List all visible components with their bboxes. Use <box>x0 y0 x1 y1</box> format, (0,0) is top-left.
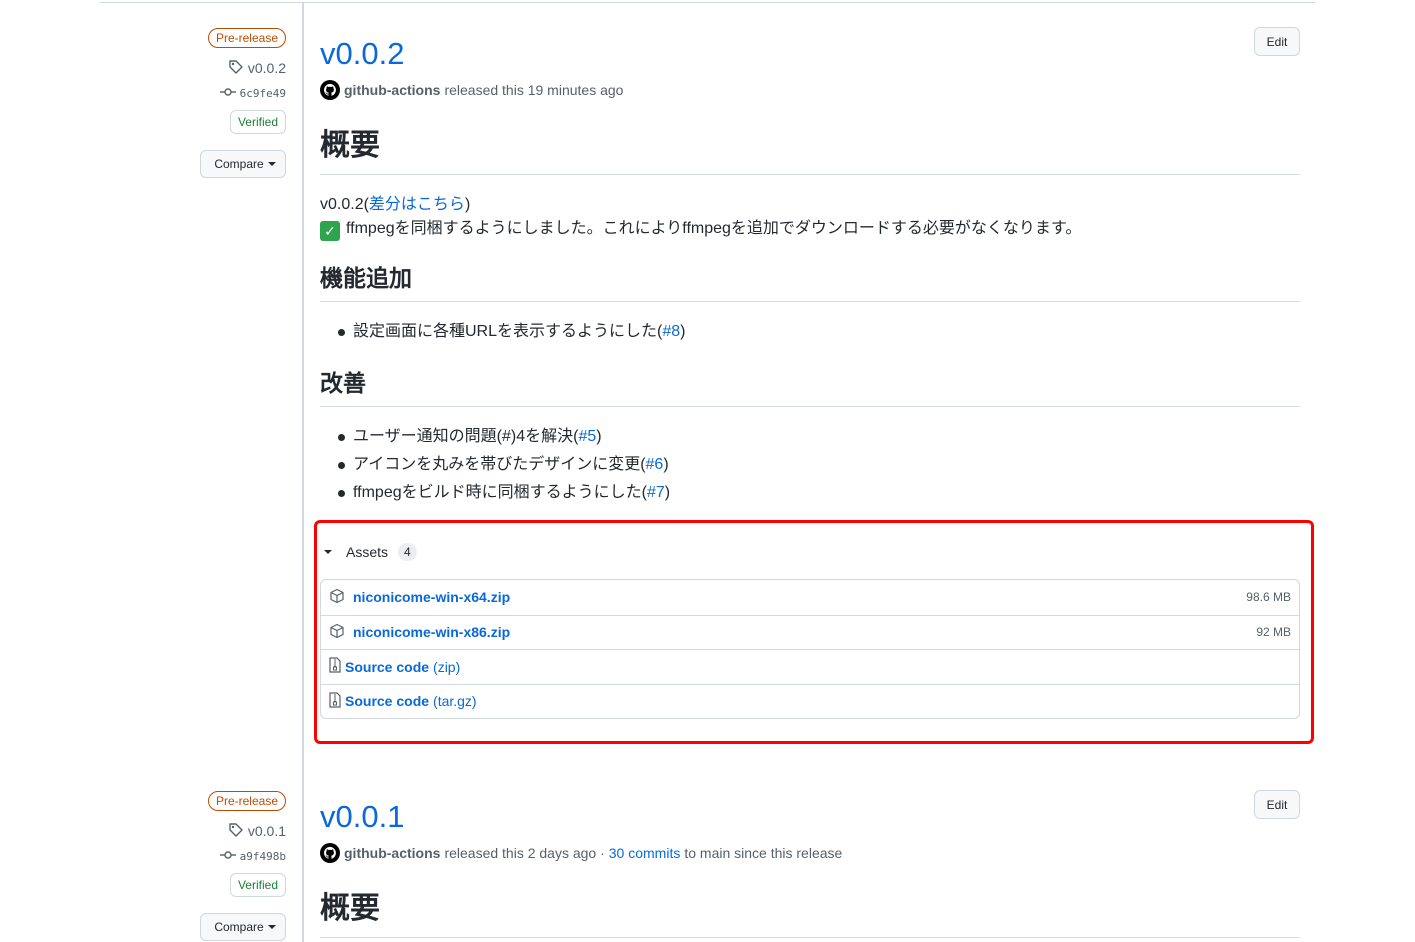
source-format[interactable]: (tar.gz) <box>433 693 477 709</box>
release-title[interactable]: v0.0.1 <box>320 797 1300 837</box>
tag-link[interactable]: v0.0.1 <box>228 821 286 841</box>
issue-link[interactable]: #8 <box>662 318 680 346</box>
package-icon <box>329 623 345 642</box>
source-format[interactable]: (zip) <box>433 659 460 675</box>
assets-label: Assets <box>346 544 389 560</box>
asset-name[interactable]: niconicome-win-x64.zip <box>353 589 510 605</box>
release-title[interactable]: v0.0.2 <box>320 34 1300 74</box>
compare-button[interactable]: Compare <box>200 150 286 178</box>
asset-row[interactable]: Source code (zip) <box>321 649 1299 684</box>
version-paragraph: v0.0.2(差分はこちら) ✓ ffmpegを同梱するようにしました。これにより… <box>320 193 1300 241</box>
compare-label: Compare <box>214 157 264 171</box>
tag-label: v0.0.1 <box>247 823 286 839</box>
assets-count: 4 <box>398 543 417 561</box>
source-code-link[interactable]: Source code <box>345 693 429 709</box>
verified-badge[interactable]: Verified <box>229 873 286 897</box>
file-zip-icon <box>329 692 341 711</box>
features-list: 設定画面に各種URLを表示するようにした(#8 ) <box>320 318 1300 346</box>
heading-overview: 概要 <box>320 126 1300 175</box>
commit-hash: 6c9fe49 <box>239 86 286 100</box>
asset-name[interactable]: niconicome-win-x86.zip <box>353 624 510 640</box>
list-item: ffmpegをビルド時に同梱するようにした(#7 ) <box>320 479 1300 507</box>
issue-link[interactable]: #5 <box>578 423 596 451</box>
commit-link[interactable]: a9f498b <box>219 847 286 865</box>
diff-link[interactable]: 差分はこちら <box>369 196 465 213</box>
heading-overview: 概要 <box>320 889 1300 938</box>
release-sidebar: Pre-release v0.0.1 a9f498b Verified Comp… <box>86 791 286 941</box>
asset-size: 98.6 MB <box>1246 590 1291 605</box>
github-icon <box>323 846 336 859</box>
issue-link[interactable]: #6 <box>646 451 664 479</box>
list-item: アイコンを丸みを帯びたデザインに変更(#6 ) <box>320 451 1300 479</box>
prerelease-badge: Pre-release <box>207 28 286 48</box>
compare-button[interactable]: Compare <box>200 913 286 941</box>
note-text: ffmpegを同梱するようにしました。これによりffmpegを追加でダウンロード… <box>346 220 1082 237</box>
release-byline: github-actions released this 19 minutes … <box>320 80 1300 100</box>
asset-row[interactable]: niconicome-win-x86.zip 92 MB <box>321 614 1299 650</box>
release-byline: github-actions released this 2 days ago … <box>320 843 1300 863</box>
source-code-link[interactable]: Source code <box>345 659 429 675</box>
tag-icon <box>228 822 244 841</box>
tag-link[interactable]: v0.0.2 <box>228 58 286 78</box>
commit-hash: a9f498b <box>239 849 286 863</box>
commits-suffix: to main since this release <box>684 845 843 861</box>
prerelease-badge: Pre-release <box>207 791 286 811</box>
check-mark-icon: ✓ <box>320 221 340 241</box>
author-link[interactable]: github-actions <box>344 82 440 98</box>
edit-button[interactable]: Edit <box>1254 27 1300 56</box>
commit-icon <box>219 87 236 100</box>
asset-row[interactable]: Source code (tar.gz) <box>321 683 1299 719</box>
improvements-list: ユーザー通知の問題(#)4を解決(#5) アイコンを丸みを帯びたデザインに変更(… <box>320 423 1300 507</box>
assets-list: niconicome-win-x64.zip 98.6 MB niconicom… <box>320 579 1300 719</box>
issue-link[interactable]: #7 <box>647 479 665 507</box>
released-text: released this 19 minutes ago <box>444 82 624 98</box>
heading-features: 機能追加 <box>320 263 1300 302</box>
chevron-down-icon <box>267 162 276 166</box>
list-item: 設定画面に各種URLを表示するようにした(#8 ) <box>320 318 1300 346</box>
edit-button[interactable]: Edit <box>1254 790 1300 819</box>
avatar[interactable] <box>320 80 340 100</box>
tag-label: v0.0.2 <box>247 60 286 76</box>
released-text: released this 2 days ago · <box>444 845 605 861</box>
list-item: ユーザー通知の問題(#)4を解決(#5) <box>320 423 1300 451</box>
version-close: ) <box>464 196 471 213</box>
asset-size: 92 MB <box>1256 625 1291 640</box>
top-divider <box>100 2 1315 3</box>
caret-down-icon <box>324 550 332 554</box>
avatar[interactable] <box>320 843 340 863</box>
commit-icon <box>219 850 236 863</box>
github-icon <box>323 83 336 96</box>
release-sidebar: Pre-release v0.0.2 6c9fe49 Verified Comp… <box>86 28 286 178</box>
compare-label: Compare <box>214 920 264 934</box>
verified-badge[interactable]: Verified <box>229 110 286 134</box>
assets-toggle[interactable]: Assets 4 <box>320 542 417 562</box>
package-icon <box>329 588 345 607</box>
commits-link[interactable]: 30 commits <box>609 845 681 861</box>
file-zip-icon <box>329 657 341 676</box>
chevron-down-icon <box>267 925 276 929</box>
author-link[interactable]: github-actions <box>344 845 440 861</box>
release-card: v0.0.1 Edit github-actions released this… <box>320 790 1300 938</box>
timeline-divider <box>302 2 304 942</box>
version-text: v0.0.2( <box>320 196 369 213</box>
tag-icon <box>228 59 244 78</box>
commit-link[interactable]: 6c9fe49 <box>219 84 286 102</box>
heading-improvements: 改善 <box>320 368 1300 407</box>
asset-row[interactable]: niconicome-win-x64.zip 98.6 MB <box>321 580 1299 615</box>
release-card: v0.0.2 Edit github-actions released this… <box>320 27 1300 507</box>
